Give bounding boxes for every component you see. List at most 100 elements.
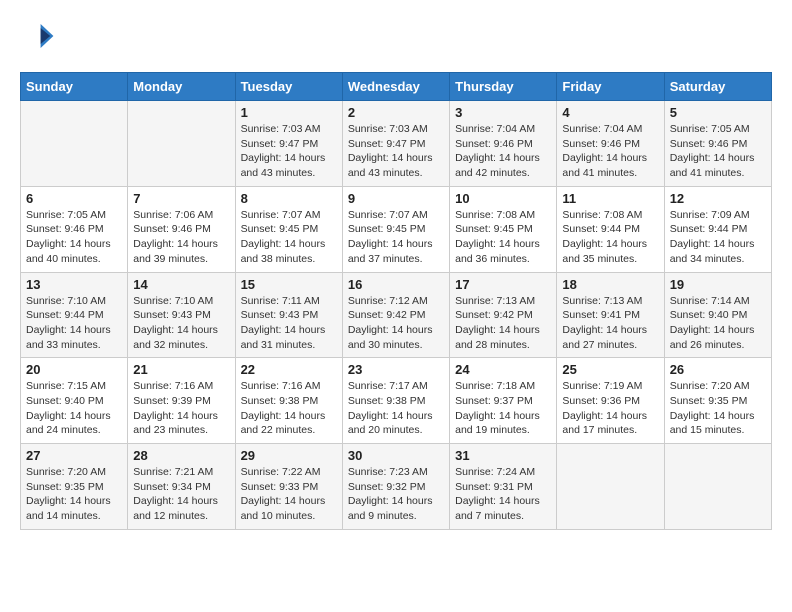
calendar-cell: 30Sunrise: 7:23 AM Sunset: 9:32 PM Dayli… <box>342 444 449 530</box>
day-number: 13 <box>26 277 122 292</box>
day-number: 3 <box>455 105 551 120</box>
day-info: Sunrise: 7:20 AM Sunset: 9:35 PM Dayligh… <box>26 465 122 524</box>
calendar-cell: 27 Sunrise: 7:20 AM Sunset: 9:35 PM Dayli… <box>21 444 128 530</box>
day-number: 29 <box>241 448 337 463</box>
week-row-3: 13 Sunrise: 7:10 AM Sunset: 9:44 PM Dayli… <box>21 272 772 358</box>
day-info: Sunrise: 7:18 AM Sunset: 9:37 PM Dayligh… <box>455 379 551 438</box>
day-info: Sunrise: 7:07 AM Sunset: 9:45 PM Dayligh… <box>241 208 337 267</box>
calendar-cell: 28 Sunrise: 7:21 AM Sunset: 9:34 PM Dayli… <box>128 444 235 530</box>
week-row-5: 27 Sunrise: 7:20 AM Sunset: 9:35 PM Dayli… <box>21 444 772 530</box>
weekday-header-thursday: Thursday <box>450 73 557 101</box>
calendar-cell: 25 Sunrise: 7:19 AM Sunset: 9:36 PM Dayli… <box>557 358 664 444</box>
day-info: Sunrise: 7:07 AM Sunset: 9:45 PM Dayligh… <box>348 208 444 267</box>
calendar-cell: 23 Sunrise: 7:17 AM Sunset: 9:38 PM Dayli… <box>342 358 449 444</box>
day-number: 20 <box>26 362 122 377</box>
day-info: Sunrise: 7:13 AM Sunset: 9:41 PM Dayligh… <box>562 294 658 353</box>
calendar-cell: 6 Sunrise: 7:05 AM Sunset: 9:46 PM Daylig… <box>21 186 128 272</box>
calendar-cell: 11 Sunrise: 7:08 AM Sunset: 9:44 PM Dayli… <box>557 186 664 272</box>
day-number: 10 <box>455 191 551 206</box>
logo <box>20 20 55 57</box>
weekday-header-row: SundayMondayTuesdayWednesdayThursdayFrid… <box>21 73 772 101</box>
day-info: Sunrise: 7:09 AM Sunset: 9:44 PM Dayligh… <box>670 208 766 267</box>
day-number: 31 <box>455 448 551 463</box>
day-number: 27 <box>26 448 122 463</box>
calendar-cell: 31 Sunrise: 7:24 AM Sunset: 9:31 PM Dayli… <box>450 444 557 530</box>
week-row-2: 6 Sunrise: 7:05 AM Sunset: 9:46 PM Daylig… <box>21 186 772 272</box>
day-number: 1 <box>241 105 337 120</box>
calendar-cell: 13 Sunrise: 7:10 AM Sunset: 9:44 PM Dayli… <box>21 272 128 358</box>
calendar-cell <box>664 444 771 530</box>
calendar-cell: 1 Sunrise: 7:03 AM Sunset: 9:47 PM Daylig… <box>235 101 342 187</box>
day-number: 15 <box>241 277 337 292</box>
calendar-cell: 8 Sunrise: 7:07 AM Sunset: 9:45 PM Daylig… <box>235 186 342 272</box>
day-info: Sunrise: 7:17 AM Sunset: 9:38 PM Dayligh… <box>348 379 444 438</box>
day-info: Sunrise: 7:16 AM Sunset: 9:38 PM Dayligh… <box>241 379 337 438</box>
day-number: 4 <box>562 105 658 120</box>
day-number: 11 <box>562 191 658 206</box>
day-number: 17 <box>455 277 551 292</box>
calendar-cell: 4Sunrise: 7:04 AM Sunset: 9:46 PM Daylig… <box>557 101 664 187</box>
day-info: Sunrise: 7:21 AM Sunset: 9:34 PM Dayligh… <box>133 465 229 524</box>
page-container: SundayMondayTuesdayWednesdayThursdayFrid… <box>0 0 792 545</box>
day-number: 24 <box>455 362 551 377</box>
day-info: Sunrise: 7:16 AM Sunset: 9:39 PM Dayligh… <box>133 379 229 438</box>
calendar-cell: 10Sunrise: 7:08 AM Sunset: 9:45 PM Dayli… <box>450 186 557 272</box>
day-info: Sunrise: 7:12 AM Sunset: 9:42 PM Dayligh… <box>348 294 444 353</box>
day-info: Sunrise: 7:22 AM Sunset: 9:33 PM Dayligh… <box>241 465 337 524</box>
calendar-cell: 24 Sunrise: 7:18 AM Sunset: 9:37 PM Dayli… <box>450 358 557 444</box>
day-number: 22 <box>241 362 337 377</box>
day-number: 23 <box>348 362 444 377</box>
day-info: Sunrise: 7:03 AM Sunset: 9:47 PM Dayligh… <box>241 122 337 181</box>
calendar-cell: 3 Sunrise: 7:04 AM Sunset: 9:46 PM Daylig… <box>450 101 557 187</box>
day-number: 6 <box>26 191 122 206</box>
calendar-cell: 22 Sunrise: 7:16 AM Sunset: 9:38 PM Dayli… <box>235 358 342 444</box>
day-number: 25 <box>562 362 658 377</box>
day-info: Sunrise: 7:04 AM Sunset: 9:46 PM Dayligh… <box>455 122 551 181</box>
calendar-cell: 2 Sunrise: 7:03 AM Sunset: 9:47 PM Daylig… <box>342 101 449 187</box>
day-info: Sunrise: 7:05 AM Sunset: 9:46 PM Dayligh… <box>670 122 766 181</box>
calendar-cell: 21 Sunrise: 7:16 AM Sunset: 9:39 PM Dayli… <box>128 358 235 444</box>
calendar-cell: 14Sunrise: 7:10 AM Sunset: 9:43 PM Dayli… <box>128 272 235 358</box>
day-info: Sunrise: 7:24 AM Sunset: 9:31 PM Dayligh… <box>455 465 551 524</box>
day-number: 5 <box>670 105 766 120</box>
calendar-cell: 18Sunrise: 7:13 AM Sunset: 9:41 PM Dayli… <box>557 272 664 358</box>
weekday-header-monday: Monday <box>128 73 235 101</box>
day-number: 14 <box>133 277 229 292</box>
week-row-1: 1 Sunrise: 7:03 AM Sunset: 9:47 PM Daylig… <box>21 101 772 187</box>
day-info: Sunrise: 7:03 AM Sunset: 9:47 PM Dayligh… <box>348 122 444 181</box>
header <box>20 20 772 57</box>
day-info: Sunrise: 7:05 AM Sunset: 9:46 PM Dayligh… <box>26 208 122 267</box>
day-info: Sunrise: 7:23 AM Sunset: 9:32 PM Dayligh… <box>348 465 444 524</box>
day-info: Sunrise: 7:15 AM Sunset: 9:40 PM Dayligh… <box>26 379 122 438</box>
day-info: Sunrise: 7:19 AM Sunset: 9:36 PM Dayligh… <box>562 379 658 438</box>
calendar-cell: 7 Sunrise: 7:06 AM Sunset: 9:46 PM Daylig… <box>128 186 235 272</box>
calendar-cell: 5 Sunrise: 7:05 AM Sunset: 9:46 PM Daylig… <box>664 101 771 187</box>
calendar-cell <box>21 101 128 187</box>
calendar-cell: 12 Sunrise: 7:09 AM Sunset: 9:44 PM Dayli… <box>664 186 771 272</box>
weekday-header-tuesday: Tuesday <box>235 73 342 101</box>
day-number: 21 <box>133 362 229 377</box>
day-number: 9 <box>348 191 444 206</box>
calendar-table: SundayMondayTuesdayWednesdayThursdayFrid… <box>20 72 772 530</box>
day-info: Sunrise: 7:06 AM Sunset: 9:46 PM Dayligh… <box>133 208 229 267</box>
day-number: 26 <box>670 362 766 377</box>
calendar-cell: 29 Sunrise: 7:22 AM Sunset: 9:33 PM Dayli… <box>235 444 342 530</box>
calendar-cell: 19Sunrise: 7:14 AM Sunset: 9:40 PM Dayli… <box>664 272 771 358</box>
day-number: 12 <box>670 191 766 206</box>
day-info: Sunrise: 7:11 AM Sunset: 9:43 PM Dayligh… <box>241 294 337 353</box>
weekday-header-sunday: Sunday <box>21 73 128 101</box>
day-number: 28 <box>133 448 229 463</box>
weekday-header-saturday: Saturday <box>664 73 771 101</box>
week-row-4: 20 Sunrise: 7:15 AM Sunset: 9:40 PM Dayli… <box>21 358 772 444</box>
calendar-cell: 9 Sunrise: 7:07 AM Sunset: 9:45 PM Daylig… <box>342 186 449 272</box>
day-info: Sunrise: 7:08 AM Sunset: 9:44 PM Dayligh… <box>562 208 658 267</box>
day-number: 8 <box>241 191 337 206</box>
day-number: 7 <box>133 191 229 206</box>
calendar-cell: 16Sunrise: 7:12 AM Sunset: 9:42 PM Dayli… <box>342 272 449 358</box>
calendar-cell: 26Sunrise: 7:20 AM Sunset: 9:35 PM Dayli… <box>664 358 771 444</box>
calendar-cell: 20 Sunrise: 7:15 AM Sunset: 9:40 PM Dayli… <box>21 358 128 444</box>
day-info: Sunrise: 7:10 AM Sunset: 9:44 PM Dayligh… <box>26 294 122 353</box>
calendar-cell: 17Sunrise: 7:13 AM Sunset: 9:42 PM Dayli… <box>450 272 557 358</box>
weekday-header-friday: Friday <box>557 73 664 101</box>
day-number: 2 <box>348 105 444 120</box>
